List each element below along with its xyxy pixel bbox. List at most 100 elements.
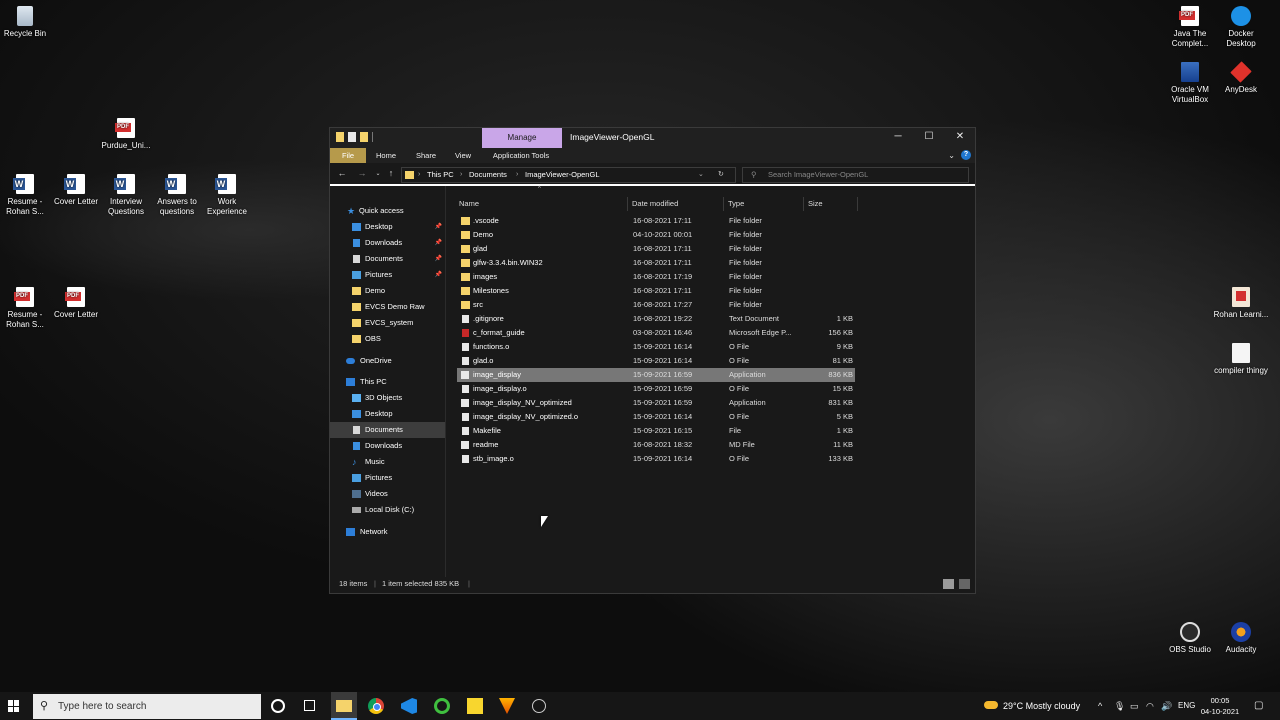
- desktop-icon-cover-letter-word[interactable]: Cover Letter: [48, 174, 104, 207]
- tab-file[interactable]: File: [330, 148, 366, 163]
- nav-downloads[interactable]: Downloads 📌: [330, 235, 445, 251]
- tab-share[interactable]: Share: [412, 148, 440, 163]
- desktop-icon-java[interactable]: Java The Complet...: [1162, 6, 1218, 49]
- desktop-icon-resume-pdf[interactable]: Resume - Rohan S...: [0, 287, 53, 330]
- clock[interactable]: 00:05 04-10-2021: [1192, 695, 1248, 717]
- pane-splitter[interactable]: [445, 186, 446, 577]
- desktop-icon-cover-letter-pdf[interactable]: Cover Letter: [48, 287, 104, 320]
- details-view-button[interactable]: [943, 579, 954, 589]
- close-button[interactable]: ✕: [945, 128, 975, 146]
- file-row[interactable]: Demo 04-10-2021 00:01 File folder: [457, 228, 855, 242]
- file-row[interactable]: .gitignore 16-08-2021 19:22 Text Document 1…: [457, 312, 855, 326]
- desktop-icon-obs[interactable]: OBS Studio: [1162, 622, 1218, 655]
- forward-arrow-icon[interactable]: →: [355, 168, 369, 178]
- vscode-icon[interactable]: [401, 698, 417, 714]
- new-folder-icon[interactable]: [360, 132, 368, 142]
- file-row[interactable]: image_display.o 15-09-2021 16:59 O File 15 …: [457, 382, 855, 396]
- volume-icon[interactable]: 🔊: [1161, 692, 1172, 720]
- file-row[interactable]: functions.o 15-09-2021 16:14 O File 9 KB: [457, 340, 855, 354]
- show-hidden-icons-chevron-icon[interactable]: ^: [1098, 692, 1102, 720]
- desktop-icon-audacity[interactable]: Audacity: [1213, 622, 1269, 655]
- nav-pc-downloads[interactable]: Downloads: [330, 438, 445, 454]
- nav-evcs-demo-raw[interactable]: EVCS Demo Raw: [330, 299, 445, 315]
- file-row[interactable]: image_display_NV_optimized.o 15-09-2021 1…: [457, 410, 855, 424]
- file-row[interactable]: readme 16-08-2021 18:32 MD File 11 KB: [457, 438, 855, 452]
- column-header-name[interactable]: Name: [455, 197, 628, 211]
- search-box[interactable]: ⚲ Search ImageViewer-OpenGL: [742, 167, 969, 183]
- back-arrow-icon[interactable]: ←: [335, 168, 349, 178]
- file-row[interactable]: image_display_NV_optimized 15-09-2021 16:…: [457, 396, 855, 410]
- sticky-notes-icon[interactable]: [467, 698, 483, 714]
- file-row-selected[interactable]: image_display 15-09-2021 16:59 Application…: [457, 368, 855, 382]
- task-view-icon[interactable]: [304, 700, 315, 711]
- desktop-icon-resume-word[interactable]: Resume - Rohan S...: [0, 174, 53, 217]
- nav-pc-music[interactable]: ♪ Music: [330, 454, 445, 470]
- desktop-icon-interview-questions[interactable]: Interview Questions: [98, 174, 154, 217]
- properties-icon[interactable]: [348, 132, 356, 142]
- notifications-icon[interactable]: ▢: [1254, 692, 1263, 720]
- file-row[interactable]: glad 16-08-2021 17:11 File folder: [457, 242, 855, 256]
- nav-pictures[interactable]: Pictures 📌: [330, 267, 445, 283]
- file-row[interactable]: stb_image.o 15-09-2021 16:14 O File 133 KB: [457, 452, 855, 466]
- start-button[interactable]: [8, 700, 20, 712]
- green-app-icon[interactable]: [434, 698, 450, 714]
- tab-home[interactable]: Home: [372, 148, 400, 163]
- file-row[interactable]: glad.o 15-09-2021 16:14 O File 81 KB: [457, 354, 855, 368]
- vlc-icon[interactable]: [499, 698, 515, 714]
- desktop-icon-rohan-learning[interactable]: Rohan Learni...: [1213, 287, 1269, 320]
- nav-local-disk[interactable]: Local Disk (C:): [330, 502, 445, 518]
- breadcrumb-imageviewer[interactable]: ImageViewer-OpenGL: [525, 168, 599, 182]
- nav-quick-access[interactable]: ★ Quick access: [330, 203, 445, 219]
- file-row[interactable]: glfw-3.3.4.bin.WIN32 16-08-2021 17:11 File…: [457, 256, 855, 270]
- tab-application-tools[interactable]: Application Tools: [488, 148, 554, 163]
- title-bar[interactable]: Manage ImageViewer-OpenGL ─ ☐ ✕: [330, 128, 975, 148]
- tab-manage[interactable]: Manage: [482, 128, 562, 148]
- address-dropdown-icon[interactable]: ⌄: [698, 168, 704, 182]
- desktop-icon-purdue[interactable]: Purdue_Uni...: [98, 118, 154, 151]
- chrome-icon[interactable]: [368, 698, 384, 714]
- tab-view[interactable]: View: [450, 148, 476, 163]
- column-header-date-modified[interactable]: Date modified: [628, 197, 724, 211]
- maximize-button[interactable]: ☐: [914, 128, 944, 146]
- nav-demo[interactable]: Demo: [330, 283, 445, 299]
- weather-text[interactable]: 29°C Mostly cloudy: [1003, 692, 1080, 720]
- file-row[interactable]: c_format_guide 03-08-2021 16:46 Microsoft …: [457, 326, 855, 340]
- breadcrumb-this-pc[interactable]: This PC: [427, 168, 454, 182]
- desktop-icon-compiler-thingy[interactable]: compiler thingy: [1213, 343, 1269, 376]
- nav-desktop[interactable]: Desktop 📌: [330, 219, 445, 235]
- address-bar[interactable]: › This PC › Documents › ImageViewer-Open…: [401, 167, 736, 183]
- microphone-icon[interactable]: 🎙: [1114, 692, 1125, 720]
- column-header-size[interactable]: Size: [804, 197, 858, 211]
- column-header-type[interactable]: Type: [724, 197, 804, 211]
- file-row[interactable]: images 16-08-2021 17:19 File folder: [457, 270, 855, 284]
- desktop-icon-anydesk[interactable]: AnyDesk: [1213, 61, 1269, 95]
- desktop-icon-work-experience[interactable]: Work Experience: [199, 174, 255, 217]
- recent-locations-chevron-icon[interactable]: ⌄: [371, 170, 385, 177]
- nav-pc-documents[interactable]: Documents: [330, 422, 445, 438]
- nav-3d-objects[interactable]: 3D Objects: [330, 390, 445, 406]
- refresh-icon[interactable]: ↻: [718, 168, 724, 182]
- desktop-icon-recycle-bin[interactable]: Recycle Bin: [0, 6, 53, 39]
- desktop-icon-answers[interactable]: Answers to questions: [149, 174, 205, 217]
- file-row[interactable]: src 16-08-2021 17:27 File folder: [457, 298, 855, 312]
- app-icon[interactable]: [532, 699, 546, 713]
- nav-documents[interactable]: Documents 📌: [330, 251, 445, 267]
- nav-evcs-system[interactable]: EVCS_system: [330, 315, 445, 331]
- file-row[interactable]: Makefile 15-09-2021 16:15 File 1 KB: [457, 424, 855, 438]
- nav-this-pc[interactable]: This PC: [330, 374, 445, 390]
- nav-onedrive[interactable]: OneDrive: [330, 353, 445, 369]
- taskbar-search-box[interactable]: ⚲ Type here to search: [33, 694, 261, 719]
- cortana-icon[interactable]: [271, 699, 285, 713]
- nav-obs[interactable]: OBS: [330, 331, 445, 347]
- minimize-button[interactable]: ─: [883, 128, 913, 146]
- help-icon[interactable]: ?: [961, 150, 971, 160]
- large-icons-view-button[interactable]: [959, 579, 970, 589]
- desktop-icon-virtualbox[interactable]: Oracle VM VirtualBox: [1162, 62, 1218, 105]
- battery-icon[interactable]: ▭: [1130, 692, 1139, 720]
- nav-pc-pictures[interactable]: Pictures: [330, 470, 445, 486]
- file-row[interactable]: .vscode 16-08-2021 17:11 File folder: [457, 214, 855, 228]
- desktop-icon-docker[interactable]: Docker Desktop: [1213, 6, 1269, 49]
- up-arrow-icon[interactable]: ↑: [384, 168, 398, 178]
- network-icon[interactable]: ◠: [1146, 692, 1154, 720]
- breadcrumb-documents[interactable]: Documents: [469, 168, 507, 182]
